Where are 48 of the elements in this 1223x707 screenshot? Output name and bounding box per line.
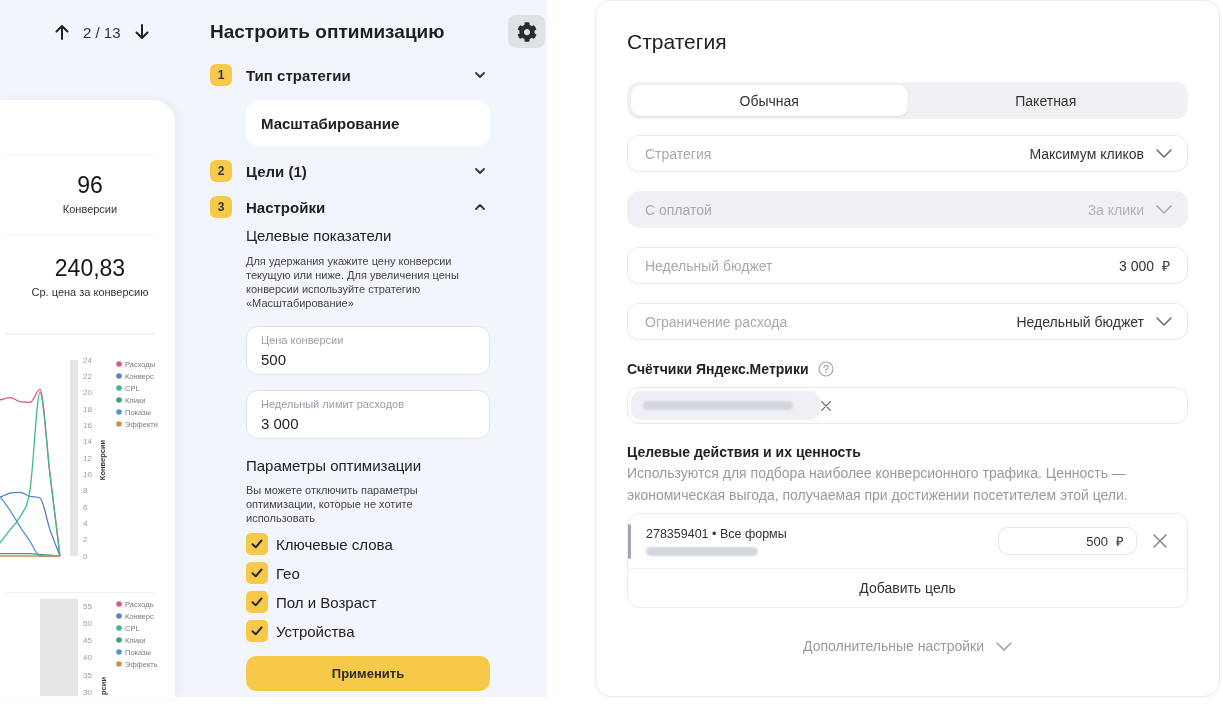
card-title: Стратегия <box>627 29 728 55</box>
field-label: Недельный бюджет <box>645 257 774 274</box>
page-counter: 2 / 13 <box>83 23 121 41</box>
step-number-badge: 3 <box>210 196 232 218</box>
field-value: За клики <box>1087 201 1144 218</box>
axis-tick-label: 14 <box>83 436 92 446</box>
stat-label: Ср. цена за конверсию <box>31 285 149 299</box>
axis-tick-label: 18 <box>83 404 92 414</box>
panel-title: Настроить оптимизацию <box>210 20 445 43</box>
axis-tick-label: 16 <box>83 420 92 430</box>
field-label: С оплатой <box>645 201 713 218</box>
axis-tick-label: 8 <box>83 485 88 495</box>
axis-tick-label: 0 <box>83 551 88 561</box>
axis-tick-label: 35 <box>83 670 92 680</box>
stat-value: 96 <box>77 172 103 198</box>
section-title: Счётчики Яндекс.Метрики <box>627 360 809 378</box>
axis-tick-label: 50 <box>83 619 92 628</box>
field-label: Стратегия <box>645 145 713 162</box>
section-title: Целевые показатели <box>246 226 393 246</box>
axis-tick-label: 12 <box>83 453 92 463</box>
section-title: Параметры оптимизации <box>246 456 423 476</box>
step-number-badge: 1 <box>210 64 232 86</box>
axis-tick-label: 22 <box>83 371 92 381</box>
field-label: Недельный лимит расходов <box>261 397 406 411</box>
step-number-badge: 2 <box>210 160 232 182</box>
axis-tick-label: 30 <box>83 687 92 696</box>
axis-tick-label: 40 <box>83 653 92 663</box>
currency-sign: ₽ <box>1162 257 1170 275</box>
axis-tick-label: 4 <box>83 518 88 528</box>
goal-name: 278359401 • Все формы <box>646 526 788 541</box>
axis-tick-label: 24 <box>83 355 92 365</box>
hint-text: Для удержания укажите цену конверсии текущую или ниже. Для увеличения цены конверсии используйте стратегию «Масштабирование» <box>246 254 460 310</box>
axis-tick-label: 55 <box>83 601 92 611</box>
field-label: Ограничение расхода <box>645 313 789 330</box>
axis-tick-label: 45 <box>83 636 92 646</box>
field-value: Недельный бюджет <box>1016 313 1144 330</box>
hint-text: Вы можете отключить параметры оптимизации, которые не хотите использовать <box>246 483 419 525</box>
field-value: Максимум кликов <box>1029 145 1144 162</box>
axis-tick-label: 2 <box>83 534 88 544</box>
axis-tick-label: 20 <box>83 387 92 397</box>
stat-label: Конверсии <box>62 202 118 216</box>
axis-tick-label: 10 <box>83 469 92 479</box>
field-label: Цена конверсии <box>261 333 345 347</box>
currency-sign: ₽ <box>1116 533 1124 550</box>
stat-value: 240,83 <box>54 255 126 281</box>
section-description: Используются для подбора наиболее конверсионного трафика. Ценность — экономическая выгода, получаемая при достижении посетителем этой цели. <box>627 464 1129 505</box>
axis-tick-label: 6 <box>83 502 88 512</box>
section-title: Целевые действия и их ценность <box>627 443 861 461</box>
